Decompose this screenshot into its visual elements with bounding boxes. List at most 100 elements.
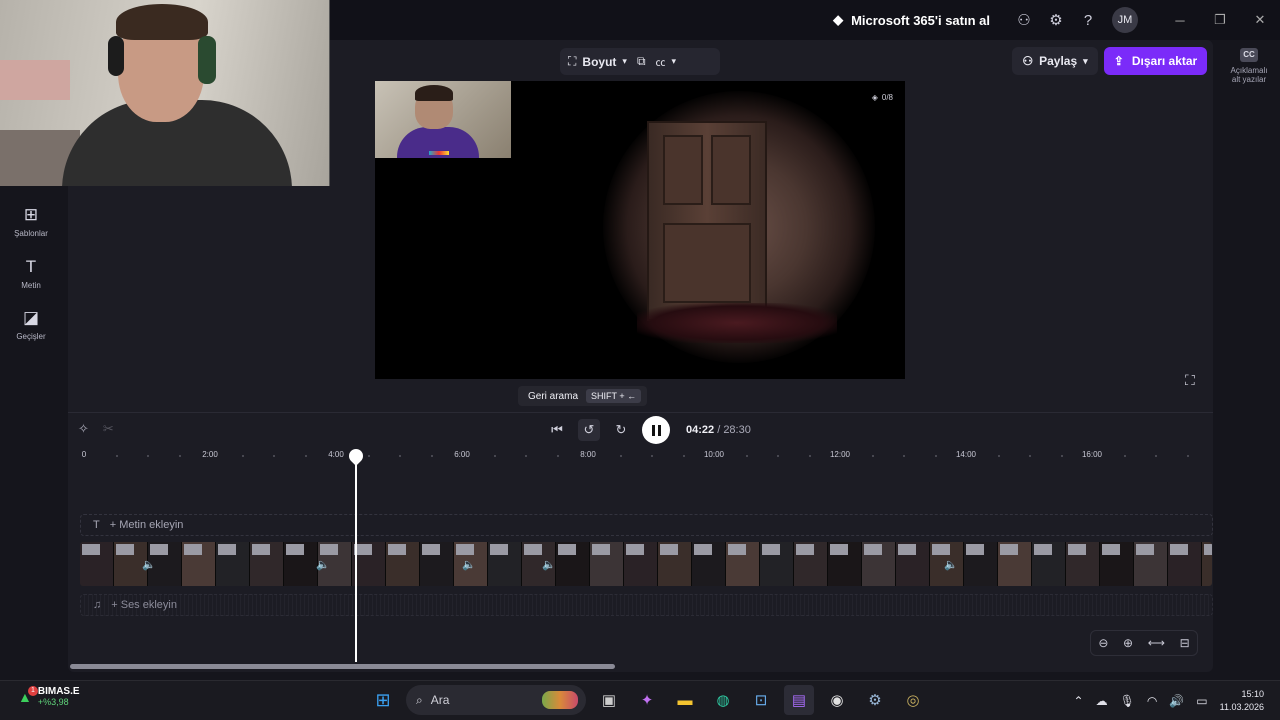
ruler-tick [1060, 455, 1063, 457]
chevron-up-icon[interactable]: ⌃ [1074, 694, 1084, 708]
frame-pip-thumb [82, 544, 100, 555]
minimize-icon[interactable]: ─ [1160, 0, 1200, 40]
zoom-controls: ⊖ ⊕ ⟷ ⊟ [1090, 630, 1198, 656]
edge-icon[interactable]: ◍ [708, 685, 738, 715]
pip-hair [415, 85, 453, 101]
frame-pip-thumb [490, 544, 508, 555]
expand-icon[interactable]: ⊟ [1180, 636, 1190, 650]
diamond-icon: ◆ [833, 12, 844, 27]
share-button[interactable]: ⚇ Paylaş ▾ [1012, 47, 1098, 75]
frame-pip-thumb [456, 544, 474, 555]
frame-pip-thumb [1204, 544, 1212, 555]
ruler-tick [1155, 455, 1157, 457]
clipchamp-window: ◆ Microsoft 365'i satın al ⚇ ⚙ ? JM ─ ❐ … [0, 0, 1280, 680]
close-icon[interactable]: ✕ [1240, 0, 1280, 40]
captions-button[interactable]: CC Açıklamalı alt yazılar [1226, 48, 1272, 84]
skip-to-start-icon[interactable]: ⏮ [546, 419, 568, 441]
cc-icon: ㏄ [655, 58, 666, 69]
wifi-icon[interactable]: ◠ [1147, 694, 1157, 708]
export-label: Dışarı aktar [1131, 54, 1198, 68]
maximize-icon[interactable]: ❐ [1200, 0, 1240, 40]
ruler-tick [682, 455, 685, 457]
export-button[interactable]: ⇪ Dışarı aktar [1104, 47, 1207, 75]
microphone-icon[interactable]: 🎙 [1120, 694, 1135, 708]
playhead[interactable] [355, 451, 357, 662]
share-link-icon[interactable]: ⚇ [1008, 4, 1040, 36]
clock-date: 11.03.2026 [1219, 702, 1264, 712]
frame-pip-thumb [320, 544, 338, 555]
magic-wand-icon[interactable]: ✧ [78, 421, 89, 437]
filmstrip-frame [624, 542, 658, 586]
frame-pip-thumb [218, 544, 236, 555]
store-icon[interactable]: ⊡ [746, 685, 776, 715]
clock[interactable]: 15:10 11.03.2026 [1220, 688, 1264, 714]
scissors-icon[interactable]: ✂ [103, 421, 114, 437]
rail-item-text[interactable]: T Metin [0, 257, 62, 290]
door-panel [663, 135, 703, 205]
fit-width-icon[interactable]: ⟷ [1148, 636, 1165, 650]
obs-icon[interactable]: ◉ [822, 685, 852, 715]
video-preview[interactable]: ◈ 0/8 [375, 81, 905, 379]
frame-pip-thumb [1068, 544, 1086, 555]
fullscreen-icon[interactable]: ⛶ [1185, 372, 1195, 389]
battery-icon[interactable]: ▭ [1196, 694, 1207, 708]
frame-pip-thumb [1136, 544, 1154, 555]
ruler-tick [399, 455, 401, 457]
onedrive-icon[interactable]: ☁ [1096, 694, 1108, 708]
rail-item-transitions[interactable]: ◪ Geçişler [0, 308, 62, 341]
audio-track[interactable]: ♫ + Ses ekleyin [80, 594, 1213, 616]
forward-5-button[interactable]: ↻ [610, 419, 632, 441]
windows-start-icon[interactable]: ⊞ [368, 685, 398, 715]
webcam-pip-overlay[interactable] [375, 81, 511, 158]
frame-pip-thumb [864, 544, 882, 555]
webcam-person-hair [116, 4, 208, 40]
timeline-scrollbar[interactable] [70, 664, 615, 669]
size-dropdown[interactable]: ⛶ Boyut ▾ [568, 54, 627, 69]
rail-item-templates[interactable]: ⊞ Şablonlar [0, 205, 62, 238]
file-explorer-icon[interactable]: ▬ [670, 685, 700, 715]
timeline-ruler[interactable]: 0 2:00 4:00 6:00 8:00 10:00 12:00 14:00 16:00 [80, 450, 1213, 464]
ruler-tick [273, 455, 275, 457]
filmstrip-frame [1168, 542, 1202, 586]
upload-icon: ⇪ [1113, 54, 1124, 68]
game-icon[interactable]: ◎ [898, 685, 928, 715]
door-image [647, 121, 767, 321]
frame-pip-thumb [150, 544, 168, 555]
volume-icon[interactable]: 🔊 [1169, 694, 1184, 708]
frame-pip-thumb [660, 544, 678, 555]
filmstrip-frame [1202, 542, 1212, 586]
rewind-5-button[interactable]: ↺ [578, 419, 600, 441]
captions-label: Açıklamalı alt yazılar [1230, 66, 1268, 84]
stock-widget[interactable]: 1 ▲ BIMAS.E +%3,98 [18, 686, 80, 707]
filmstrip-frame [250, 542, 284, 586]
ms365-promo-button[interactable]: ◆ Microsoft 365'i satın al [833, 12, 990, 28]
background-button[interactable]: ⧉ [637, 54, 646, 69]
filmstrip-frame [1134, 542, 1168, 586]
filmstrip-frame [1100, 542, 1134, 586]
ruler-tick [241, 455, 244, 457]
frame-pip-thumb [252, 544, 270, 555]
task-view-icon[interactable]: ▣ [594, 685, 624, 715]
ruler-tick [745, 455, 748, 457]
filmstrip-frame [556, 542, 590, 586]
speaker-icon: 🔈 [316, 559, 330, 571]
frame-pip-thumb [116, 544, 134, 555]
text-track[interactable]: T + Metin ekleyin [80, 514, 1213, 536]
avatar[interactable]: JM [1112, 7, 1138, 33]
clipchamp-icon[interactable]: ▤ [784, 685, 814, 715]
zoom-in-icon[interactable]: ⊕ [1123, 636, 1133, 650]
copilot-icon[interactable]: ✦ [632, 685, 662, 715]
frame-pip-thumb [796, 544, 814, 555]
zoom-out-icon[interactable]: ⊖ [1098, 636, 1108, 650]
steam-icon[interactable]: ⚙ [860, 685, 890, 715]
help-icon[interactable]: ? [1072, 4, 1104, 36]
rail-item-label: Metin [21, 281, 41, 290]
taskbar-search[interactable]: ⌕ Ara [406, 685, 586, 715]
captions-dropdown[interactable]: ㏄ ▾ [656, 54, 677, 69]
pause-button[interactable] [642, 416, 670, 444]
settings-gear-icon[interactable]: ⚙ [1040, 4, 1072, 36]
ruler-tick [304, 455, 307, 457]
ruler-tick [493, 455, 496, 457]
ruler-label: 10:00 [703, 450, 725, 459]
video-track[interactable]: 🔈 🔈 🔈 🔈 🔈 [80, 542, 1212, 586]
